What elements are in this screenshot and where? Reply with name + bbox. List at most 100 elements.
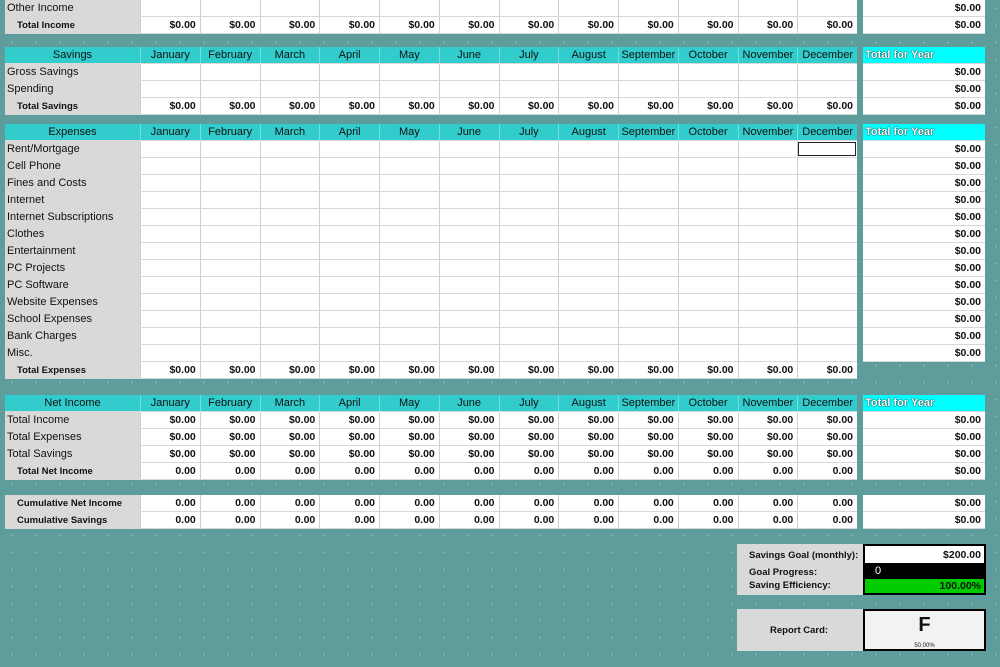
data-cell[interactable]	[498, 277, 559, 293]
data-cell[interactable]	[737, 328, 798, 344]
data-cell[interactable]	[558, 0, 618, 16]
data-cells[interactable]: 0.00 0.00 0.00 0.00 0.00 0.00 0.00 0.00 0.00 0.00…	[140, 495, 857, 511]
data-cell[interactable]	[498, 328, 559, 344]
data-cell[interactable]	[737, 158, 798, 174]
data-cell[interactable]	[498, 175, 559, 191]
money-cell[interactable]: $0.00	[498, 429, 559, 445]
data-cell[interactable]	[558, 277, 618, 293]
data-cells[interactable]	[140, 345, 857, 361]
data-cell[interactable]	[677, 311, 738, 327]
data-cell[interactable]	[379, 294, 439, 310]
money-cell[interactable]: $0.00	[737, 412, 798, 428]
total-cells[interactable]: $0.00 $0.00 $0.00 $0.00 $0.00 $0.00 $0.00 $0.00…	[140, 98, 857, 114]
money-cell[interactable]: $0.00	[677, 98, 738, 114]
data-cells[interactable]: 0.00 0.00 0.00 0.00 0.00 0.00 0.00 0.00 0.00 0.00…	[140, 512, 857, 528]
data-cell[interactable]	[438, 260, 499, 276]
data-cell[interactable]	[259, 158, 320, 174]
number-cell[interactable]: 0.00	[737, 512, 798, 528]
data-cell[interactable]	[259, 81, 320, 97]
data-cell[interactable]	[199, 0, 260, 16]
money-cell[interactable]: $0.00	[498, 446, 559, 462]
data-cells[interactable]: $0.00 $0.00 $0.00 $0.00 $0.00 $0.00 $0.00 $0.00…	[140, 446, 857, 462]
number-cell[interactable]: 0.00	[259, 495, 320, 511]
data-cell[interactable]	[438, 141, 499, 157]
number-cell[interactable]: 0.00	[259, 512, 320, 528]
data-cell[interactable]	[797, 294, 857, 310]
data-cell[interactable]	[319, 141, 379, 157]
money-cell[interactable]: $0.00	[319, 98, 379, 114]
data-cell[interactable]	[618, 64, 678, 80]
data-cell[interactable]	[797, 175, 857, 191]
year-total-cell[interactable]: $0.00	[863, 311, 985, 327]
data-cells[interactable]: $0.00 $0.00 $0.00 $0.00 $0.00 $0.00 $0.00 $0.00…	[140, 412, 857, 428]
data-cell[interactable]	[319, 64, 379, 80]
data-cell[interactable]	[438, 175, 499, 191]
money-cell[interactable]: $0.00	[677, 429, 738, 445]
data-cell[interactable]	[797, 243, 857, 259]
money-cell[interactable]: $0.00	[438, 98, 499, 114]
number-cell[interactable]: 0.00	[797, 495, 857, 511]
data-cell[interactable]	[558, 226, 618, 242]
money-cell[interactable]: $0.00	[677, 446, 738, 462]
year-total-cell[interactable]: $0.00	[863, 412, 985, 428]
data-cell[interactable]	[677, 158, 738, 174]
data-cell[interactable]	[677, 328, 738, 344]
data-cell[interactable]	[677, 243, 738, 259]
money-cell[interactable]: $0.00	[199, 429, 260, 445]
data-cell[interactable]	[677, 0, 738, 16]
money-cell[interactable]: $0.00	[199, 412, 260, 428]
money-cell[interactable]: $0.00	[498, 98, 559, 114]
data-cells[interactable]	[140, 158, 857, 174]
year-total-cell[interactable]: $0.00	[863, 17, 985, 33]
data-cell[interactable]	[259, 243, 320, 259]
money-cell[interactable]: $0.00	[737, 446, 798, 462]
year-total-cell[interactable]: $0.00	[863, 209, 985, 225]
data-cell[interactable]	[379, 192, 439, 208]
data-cell[interactable]	[558, 158, 618, 174]
goal-progress-value[interactable]: 0	[865, 563, 984, 579]
data-cell[interactable]	[618, 311, 678, 327]
data-cell[interactable]	[199, 260, 260, 276]
year-total-cell[interactable]: $0.00	[863, 192, 985, 208]
data-cell[interactable]	[498, 294, 559, 310]
number-cell[interactable]: 0.00	[737, 495, 798, 511]
data-cell[interactable]	[319, 226, 379, 242]
data-cell[interactable]	[558, 328, 618, 344]
data-cells[interactable]	[140, 294, 857, 310]
data-cell[interactable]	[379, 158, 439, 174]
data-cell[interactable]	[438, 81, 499, 97]
money-cell[interactable]: $0.00	[737, 362, 798, 378]
data-cell[interactable]	[379, 328, 439, 344]
data-cell[interactable]	[438, 64, 499, 80]
data-cell[interactable]	[558, 192, 618, 208]
data-cell[interactable]	[140, 64, 200, 80]
data-cell[interactable]	[199, 226, 260, 242]
data-cell[interactable]	[140, 209, 200, 225]
data-cell[interactable]	[379, 175, 439, 191]
data-cell[interactable]	[618, 192, 678, 208]
data-cell[interactable]	[199, 328, 260, 344]
money-cell[interactable]: $0.00	[140, 362, 200, 378]
data-cells[interactable]	[140, 81, 857, 97]
money-cell[interactable]: $0.00	[618, 412, 678, 428]
data-cell[interactable]	[319, 175, 379, 191]
data-cells[interactable]	[140, 192, 857, 208]
data-cell[interactable]	[259, 294, 320, 310]
data-cell[interactable]	[677, 81, 738, 97]
money-cell[interactable]: $0.00	[558, 446, 618, 462]
number-cell[interactable]: 0.00	[140, 463, 200, 479]
data-cell[interactable]	[319, 243, 379, 259]
data-cell[interactable]	[438, 311, 499, 327]
data-cell[interactable]	[558, 209, 618, 225]
data-cell[interactable]	[737, 209, 798, 225]
money-cell[interactable]: $0.00	[797, 429, 857, 445]
data-cell[interactable]	[140, 158, 200, 174]
year-total-cell[interactable]: $0.00	[863, 345, 985, 361]
data-cell[interactable]	[558, 81, 618, 97]
number-cell[interactable]: 0.00	[498, 463, 559, 479]
data-cell[interactable]	[319, 277, 379, 293]
data-cell[interactable]	[199, 175, 260, 191]
data-cell[interactable]	[199, 243, 260, 259]
data-cell[interactable]	[379, 311, 439, 327]
year-total-cell[interactable]: $0.00	[863, 98, 985, 114]
